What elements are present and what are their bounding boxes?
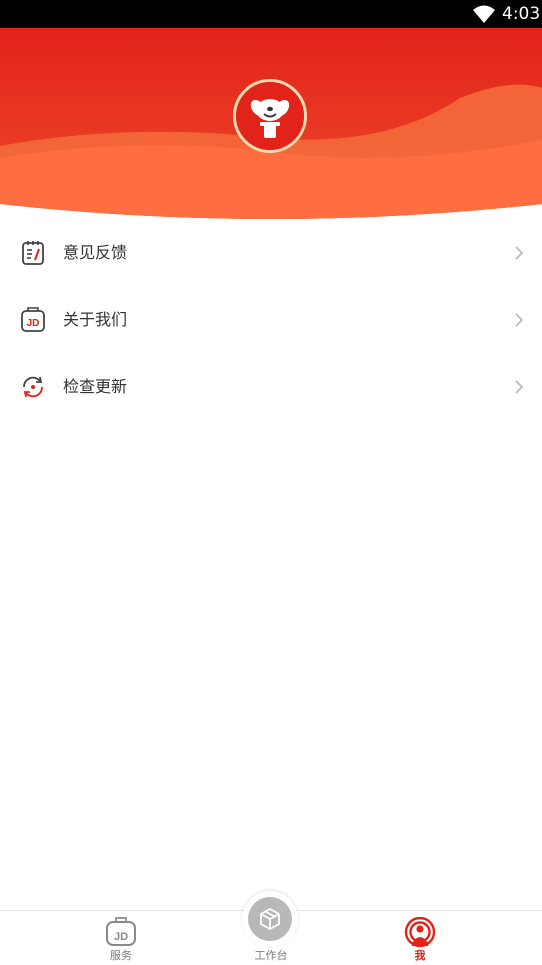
- workbench-button-bubble: [242, 891, 298, 947]
- menu-item-feedback[interactable]: 意见反馈: [0, 220, 542, 287]
- refresh-icon: [23, 376, 43, 398]
- chevron-right-icon: [515, 313, 524, 327]
- box-icon: [260, 907, 280, 931]
- svg-text:JD: JD: [114, 931, 128, 943]
- jd-logo-icon: JD: [21, 307, 45, 332]
- menu-item-label: 意见反馈: [63, 243, 128, 262]
- status-bar: 4:03: [0, 0, 542, 28]
- menu-item-check-update[interactable]: 检查更新: [0, 354, 542, 421]
- tab-label: 工作台: [254, 949, 288, 962]
- bottom-tab-bar: JD 服务 工作台 我: [0, 891, 542, 965]
- menu-item-about[interactable]: JD 关于我们: [0, 287, 542, 354]
- tab-label: 我: [414, 949, 426, 962]
- menu-item-label: 检查更新: [63, 377, 128, 396]
- status-time: 4:03: [502, 4, 541, 24]
- tab-workbench[interactable]: 工作台: [240, 891, 302, 965]
- feedback-icon: [22, 241, 44, 265]
- user-profile-icon: [404, 917, 436, 948]
- menu-item-label: 关于我们: [63, 310, 128, 329]
- avatar[interactable]: [233, 79, 307, 153]
- workbench-button: [248, 897, 292, 941]
- chevron-right-icon: [515, 380, 524, 394]
- chevron-right-icon: [515, 246, 524, 260]
- tab-me[interactable]: 我: [390, 911, 450, 965]
- jd-dog-mascot-icon: [236, 82, 304, 150]
- wifi-icon: [473, 5, 495, 23]
- tab-service[interactable]: JD 服务: [91, 911, 151, 965]
- tab-label: 服务: [110, 949, 132, 962]
- svg-text:JD: JD: [27, 318, 40, 329]
- settings-menu: 意见反馈 JD 关于我们 检查更新: [0, 220, 542, 421]
- jd-service-icon: JD: [106, 917, 136, 946]
